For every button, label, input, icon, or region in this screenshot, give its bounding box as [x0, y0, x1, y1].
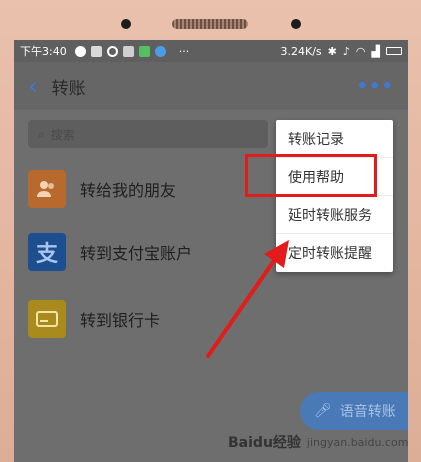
annotation-arrow-head: [264, 240, 289, 268]
watermark-url: jingyan.baidu.com: [306, 435, 409, 449]
watermark-brand: Baidu经验: [228, 435, 301, 451]
annotation-arrow: [206, 240, 289, 358]
watermark: Baidu经验 jingyan.baidu.com: [228, 432, 408, 452]
annotation-arrow-line: [206, 250, 282, 358]
